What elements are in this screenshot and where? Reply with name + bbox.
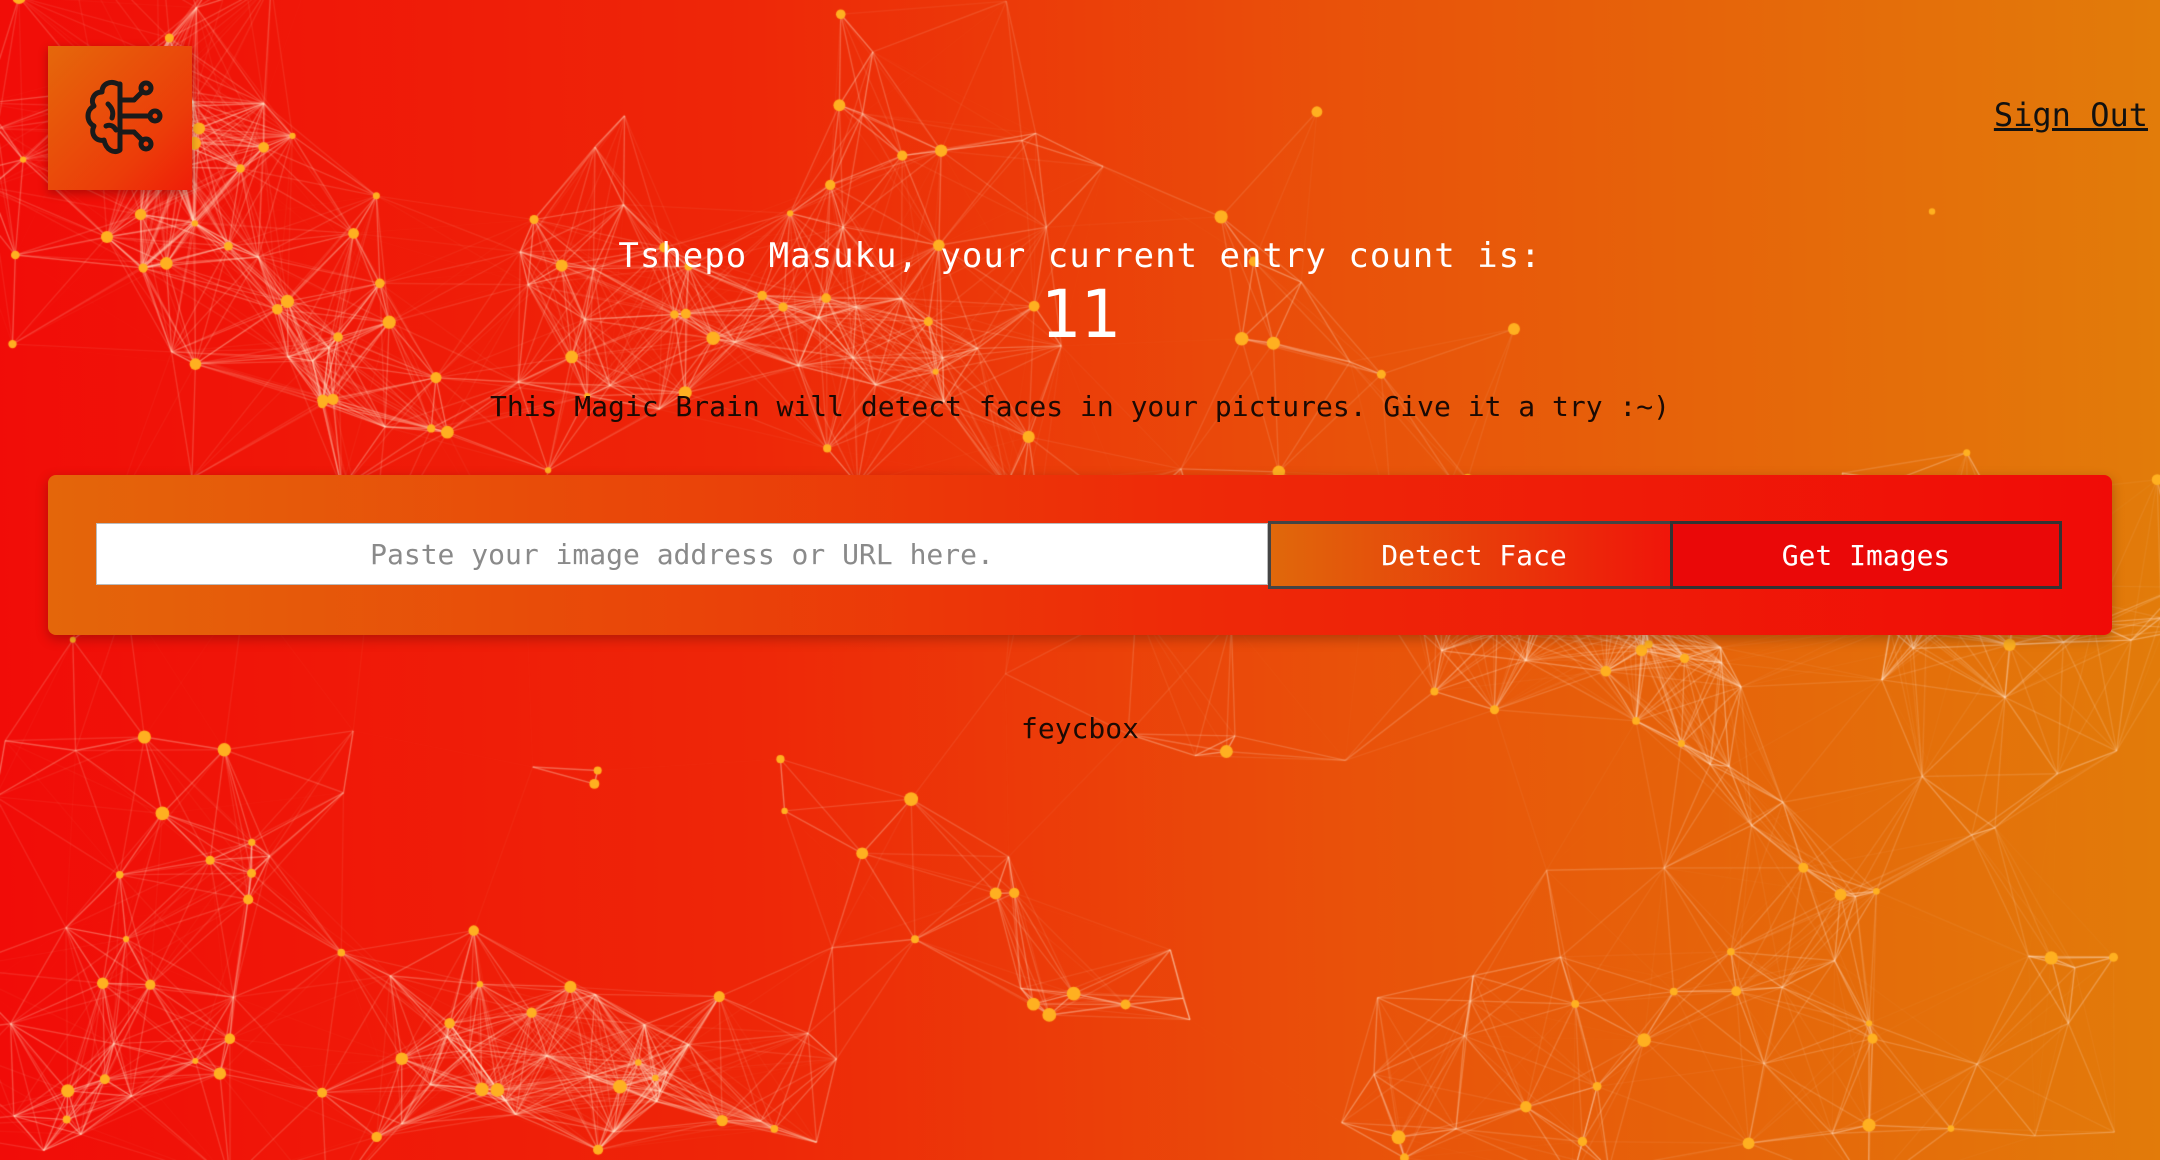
brain-circuit-icon bbox=[85, 79, 163, 155]
entry-count-value: 11 bbox=[1040, 276, 1120, 353]
get-images-button[interactable]: Get Images bbox=[1670, 521, 2062, 589]
image-url-input[interactable] bbox=[96, 523, 1268, 585]
detect-face-button[interactable]: Detect Face bbox=[1268, 521, 1680, 589]
entry-count-label: Tshepo Masuku, your current entry count … bbox=[618, 236, 1542, 276]
intro-text: This Magic Brain will detect faces in yo… bbox=[489, 390, 1671, 423]
image-link-form: Detect Face Get Images bbox=[48, 475, 2112, 635]
logo[interactable] bbox=[48, 46, 192, 190]
footer-credit: feycbox bbox=[1020, 712, 1139, 745]
sign-out-link[interactable]: Sign Out bbox=[1994, 96, 2148, 134]
